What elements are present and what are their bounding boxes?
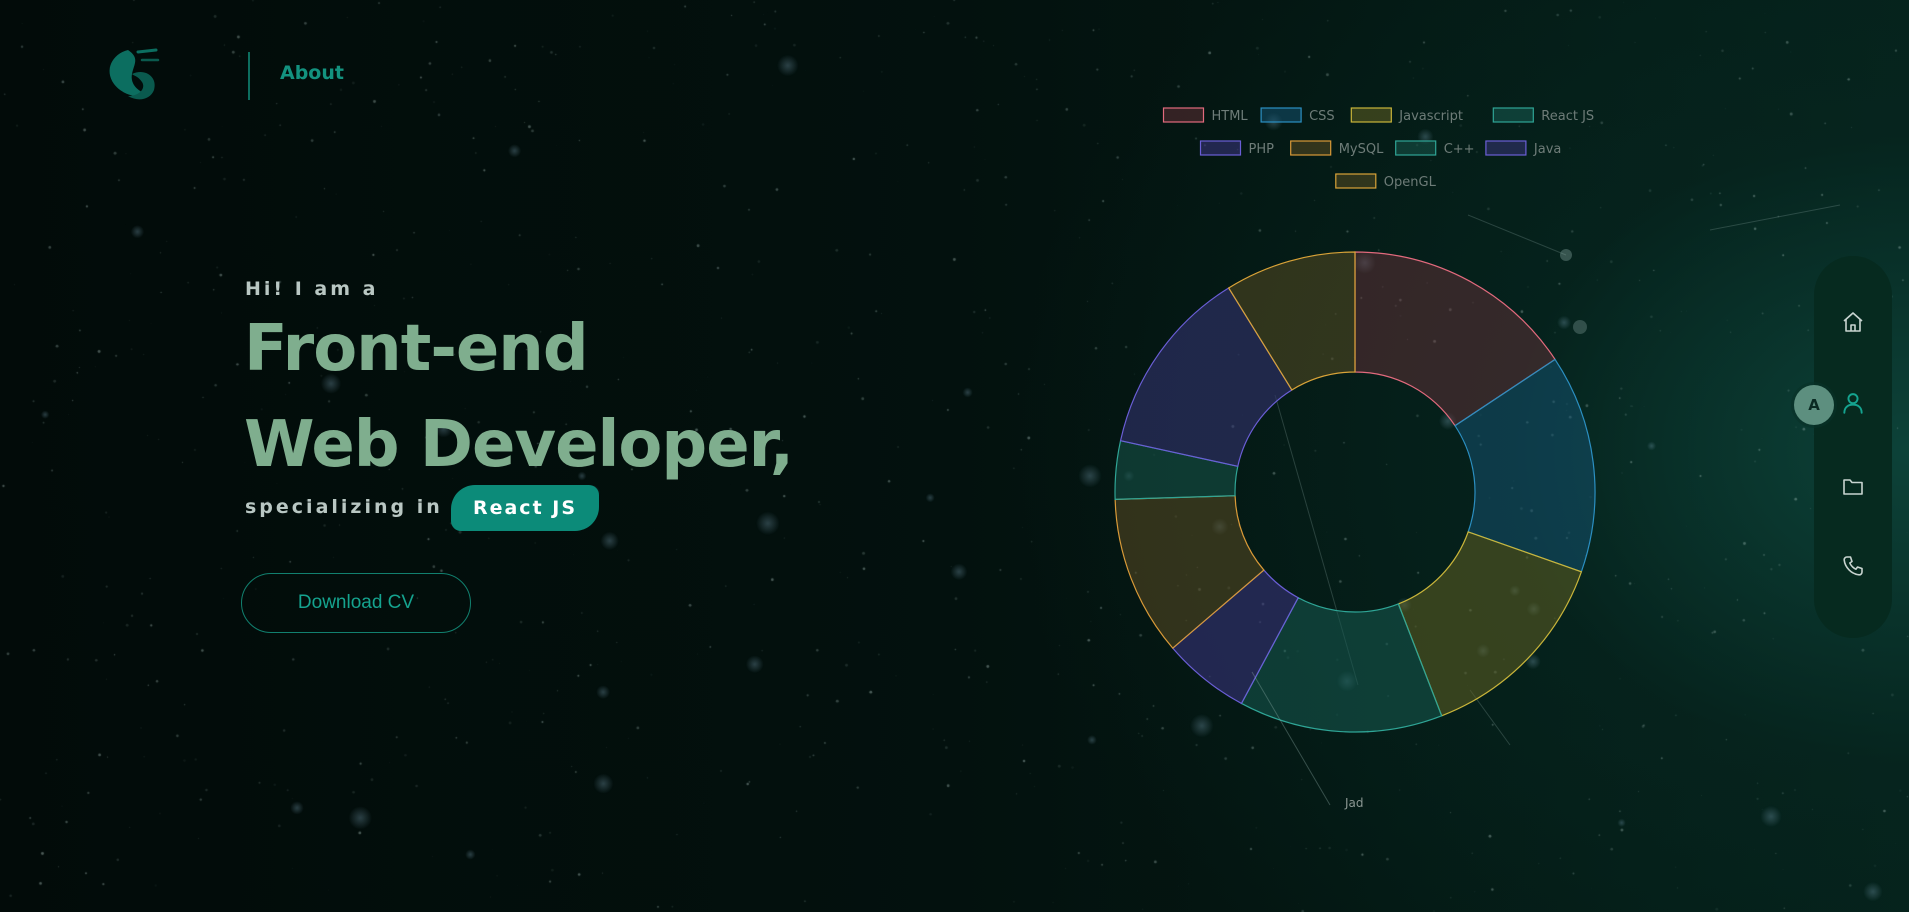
legend-swatch <box>1290 140 1332 156</box>
decorative-dot <box>1573 320 1587 334</box>
legend-swatch <box>1335 173 1377 189</box>
skills-donut-chart: HTML CSS Javascript React JS PHP MySQL C++ Java… <box>1114 107 1841 810</box>
legend-swatch <box>1485 140 1527 156</box>
specializing-text: specializing in <box>245 496 443 518</box>
home-icon[interactable] <box>1838 307 1868 337</box>
legend-label: C++ <box>1444 142 1475 157</box>
legend-label: MySQL <box>1339 142 1384 157</box>
decorative-line <box>1709 204 1841 231</box>
user-icon[interactable] <box>1838 388 1868 418</box>
legend-swatch <box>1162 107 1205 123</box>
nav-divider <box>248 52 250 100</box>
folder-icon[interactable] <box>1838 472 1868 502</box>
intro-text: Hi! I am a <box>245 278 379 300</box>
legend-swatch <box>1395 140 1437 156</box>
legend-swatch <box>1350 107 1392 123</box>
nav-about-link[interactable]: About <box>280 62 344 84</box>
legend-swatch <box>1492 107 1534 123</box>
legend-label: Javascript <box>1398 109 1463 124</box>
legend-swatch <box>1260 107 1302 123</box>
legend-label: CSS <box>1309 109 1335 124</box>
avatar: A <box>1794 385 1834 425</box>
headline-line-2: Web Developer, <box>244 408 794 482</box>
legend-label: React JS <box>1541 109 1594 124</box>
annotation-label: Jad <box>1344 796 1364 810</box>
decorative-dot <box>1560 249 1572 261</box>
logo-icon[interactable] <box>98 44 164 108</box>
phone-icon[interactable] <box>1838 551 1868 581</box>
legend-swatch <box>1199 140 1242 156</box>
decorative-line <box>1467 214 1567 256</box>
specialty-badge: React JS <box>451 485 599 531</box>
headline-line-1: Front-end <box>244 312 589 386</box>
legend-label: OpenGL <box>1384 175 1437 190</box>
chart-slices <box>1114 251 1596 733</box>
download-cv-button[interactable]: Download CV <box>241 573 471 633</box>
legend-label: HTML <box>1212 109 1249 124</box>
chart-legend: HTML CSS Javascript React JS PHP MySQL C++ Java… <box>1162 107 1594 190</box>
legend-label: Java <box>1533 142 1561 157</box>
portfolio-page: About Hi! I am a Front-end Web Developer… <box>0 0 1909 912</box>
legend-label: PHP <box>1249 142 1275 157</box>
